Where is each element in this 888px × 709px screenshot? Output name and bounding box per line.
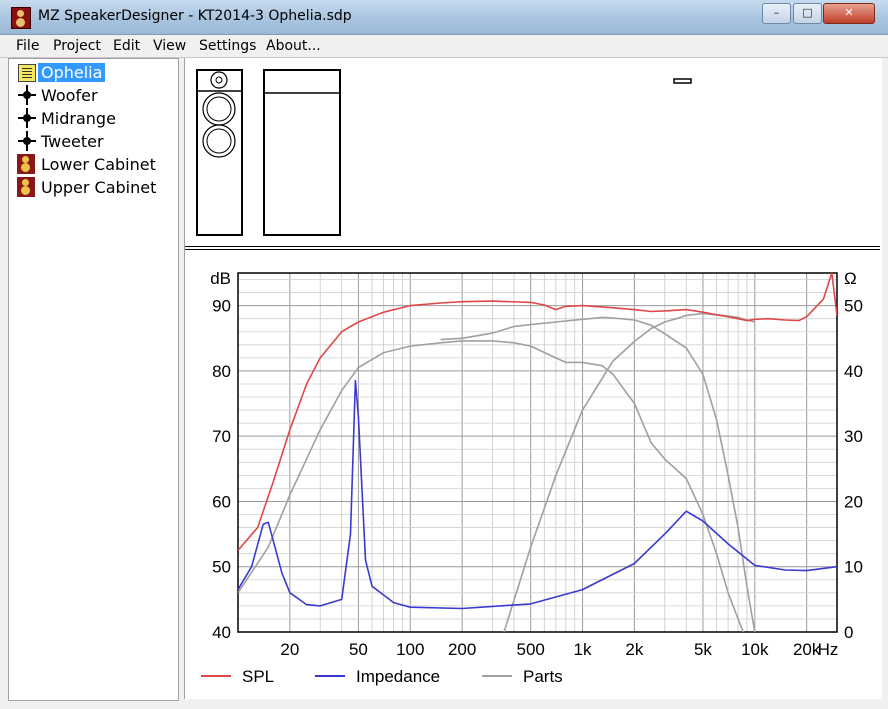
tree-item-label: Tweeter: [41, 132, 104, 151]
frequency-response-chart[interactable]: 40 50 60 70 80 90 0 10 20 30 40 50 dB Ω 20 50 100 200 500 1…: [185, 252, 880, 699]
minimize-button[interactable]: –: [762, 3, 791, 24]
driver-icon: [18, 131, 36, 151]
y-left-tick-label: 70: [212, 427, 231, 446]
cabinet-preview[interactable]: [185, 58, 880, 244]
x-tick-label: 500: [516, 640, 544, 659]
tree-item-label: Upper Cabinet: [41, 178, 157, 197]
y-right-tick-label: 0: [844, 623, 853, 642]
menu-edit[interactable]: Edit: [113, 38, 140, 54]
x-tick-label: 200: [448, 640, 476, 659]
menu-about[interactable]: About...: [266, 38, 321, 54]
y-left-axis-label: dB: [210, 269, 231, 288]
y-right-tick-label: 50: [844, 297, 863, 316]
y-left-tick-label: 90: [212, 297, 231, 316]
legend-label-parts: Parts: [523, 667, 563, 686]
y-right-tick-label: 10: [844, 558, 863, 577]
project-tree: Ophelia Woofer Midrange Tweeter Lower Ca…: [8, 58, 179, 701]
top-view-marker[interactable]: [673, 78, 692, 84]
y-right-axis-label: Ω: [844, 269, 857, 288]
tree-item-woofer[interactable]: Woofer: [9, 84, 178, 106]
close-button[interactable]: ✕: [823, 3, 875, 24]
menu-project[interactable]: Project: [53, 38, 101, 54]
x-tick-label: 100: [396, 640, 424, 659]
driver-icon: [18, 85, 36, 105]
project-icon: [18, 64, 36, 82]
x-tick-label: 1k: [574, 640, 592, 659]
tree-item-midrange[interactable]: Midrange: [9, 107, 178, 129]
cabinet-icon: [17, 177, 35, 197]
menu-view[interactable]: View: [153, 38, 186, 54]
tree-item-tweeter[interactable]: Tweeter: [9, 130, 178, 152]
driver-icon: [18, 108, 36, 128]
y-left-tick-label: 40: [212, 623, 231, 642]
tree-item-label: Woofer: [41, 86, 98, 105]
tree-item-ophelia[interactable]: Ophelia: [9, 61, 178, 83]
tree-item-label: Lower Cabinet: [41, 155, 156, 174]
maximize-button[interactable]: □: [793, 3, 822, 24]
y-left-tick-label: 80: [212, 362, 231, 381]
y-right-tick-label: 40: [844, 362, 863, 381]
tree-item-lower-cabinet[interactable]: Lower Cabinet: [9, 153, 178, 175]
menu-settings[interactable]: Settings: [199, 38, 256, 54]
cabinet-icon: [17, 154, 35, 174]
menu-file[interactable]: File: [16, 38, 39, 54]
pane-divider[interactable]: [185, 246, 880, 250]
x-tick-label: 2k: [625, 640, 643, 659]
title-bar[interactable]: MZ SpeakerDesigner - KT2014-3 Ophelia.sd…: [0, 0, 888, 35]
legend-label-impedance: Impedance: [356, 667, 440, 686]
x-axis-unit-label: Hz: [818, 640, 839, 659]
y-right-tick-label: 20: [844, 492, 863, 511]
menu-bar: File Project Edit View Settings About...: [0, 35, 888, 58]
tree-item-label: Midrange: [41, 109, 116, 128]
y-left-tick-label: 60: [212, 492, 231, 511]
x-tick-label: 20: [280, 640, 299, 659]
speaker-app-icon[interactable]: [11, 7, 31, 29]
tree-item-upper-cabinet[interactable]: Upper Cabinet: [9, 176, 178, 198]
x-tick-label: 10k: [741, 640, 769, 659]
chart-svg[interactable]: 40 50 60 70 80 90 0 10 20 30 40 50 dB Ω 20 50 100 200 500 1…: [185, 252, 880, 699]
legend-label-spl: SPL: [242, 667, 274, 686]
x-tick-label: 50: [349, 640, 368, 659]
tree-item-label: Ophelia: [38, 63, 106, 82]
side-view-cabinet[interactable]: [263, 69, 341, 236]
y-left-tick-label: 50: [212, 558, 231, 577]
y-right-tick-label: 30: [844, 427, 863, 446]
window-title: MZ SpeakerDesigner - KT2014-3 Ophelia.sd…: [38, 8, 352, 24]
x-tick-label: 5k: [694, 640, 712, 659]
app-window: MZ SpeakerDesigner - KT2014-3 Ophelia.sd…: [0, 0, 888, 709]
